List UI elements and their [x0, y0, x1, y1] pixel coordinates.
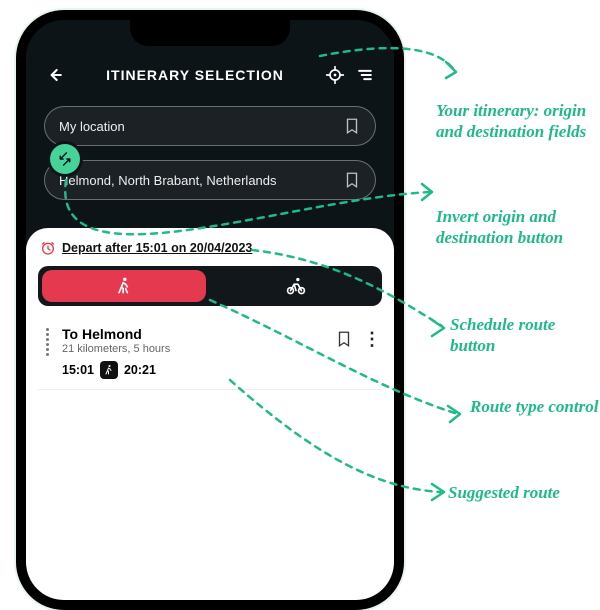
app-topbar: ITINERARY SELECTION	[26, 54, 394, 100]
bookmark-icon[interactable]	[343, 117, 361, 135]
route-depart: 15:01	[62, 363, 94, 377]
walk-icon	[100, 361, 118, 379]
menu-button[interactable]	[350, 60, 380, 90]
drag-handle-icon	[40, 326, 54, 356]
origin-field[interactable]: My location	[44, 106, 376, 146]
route-times: 15:01 20:21	[62, 361, 327, 379]
route-title: To Helmond	[62, 326, 327, 342]
swap-icon	[57, 151, 73, 167]
results-panel: Depart after 15:01 on 20/04/2023 To Helm…	[26, 228, 394, 610]
route-type-control	[38, 266, 382, 306]
back-button[interactable]	[40, 60, 70, 90]
phone-notch	[130, 20, 290, 46]
destination-value: Helmond, North Brabant, Netherlands	[59, 173, 343, 188]
itinerary-inputs: My location Helmond, North Brabant, Neth…	[26, 100, 394, 228]
schedule-label: Depart after 15:01 on 20/04/2023	[62, 241, 252, 255]
annotation-fields: Your itinerary: origin and destination f…	[436, 100, 596, 143]
bookmark-icon[interactable]	[335, 330, 353, 348]
annotation-segment: Route type control	[470, 396, 600, 417]
route-type-walk[interactable]	[42, 270, 206, 302]
clock-icon	[40, 240, 56, 256]
annotation-card: Suggested route	[448, 482, 600, 503]
bookmark-icon[interactable]	[343, 171, 361, 189]
page-title: ITINERARY SELECTION	[70, 67, 320, 83]
menu-icon	[355, 65, 375, 85]
walk-icon	[114, 276, 134, 296]
locate-button[interactable]	[320, 60, 350, 90]
crosshair-icon	[325, 65, 345, 85]
origin-value: My location	[59, 119, 343, 134]
route-arrive: 20:21	[124, 363, 156, 377]
swap-origin-destination-button[interactable]	[50, 144, 80, 174]
suggested-route-card[interactable]: To Helmond 21 kilometers, 5 hours 15:01 …	[38, 320, 382, 390]
annotation-schedule: Schedule route button	[450, 314, 600, 357]
route-type-bike[interactable]	[214, 270, 378, 302]
bike-icon	[285, 275, 307, 297]
route-subtitle: 21 kilometers, 5 hours	[62, 343, 327, 355]
phone-frame: ITINERARY SELECTION My location Helmond,…	[16, 10, 404, 610]
annotation-swap: Invert origin and destination button	[436, 206, 596, 249]
more-icon[interactable]: ⋮	[363, 334, 380, 344]
arrow-left-icon	[45, 65, 65, 85]
destination-field[interactable]: Helmond, North Brabant, Netherlands	[44, 160, 376, 200]
schedule-route-button[interactable]: Depart after 15:01 on 20/04/2023	[40, 240, 252, 256]
